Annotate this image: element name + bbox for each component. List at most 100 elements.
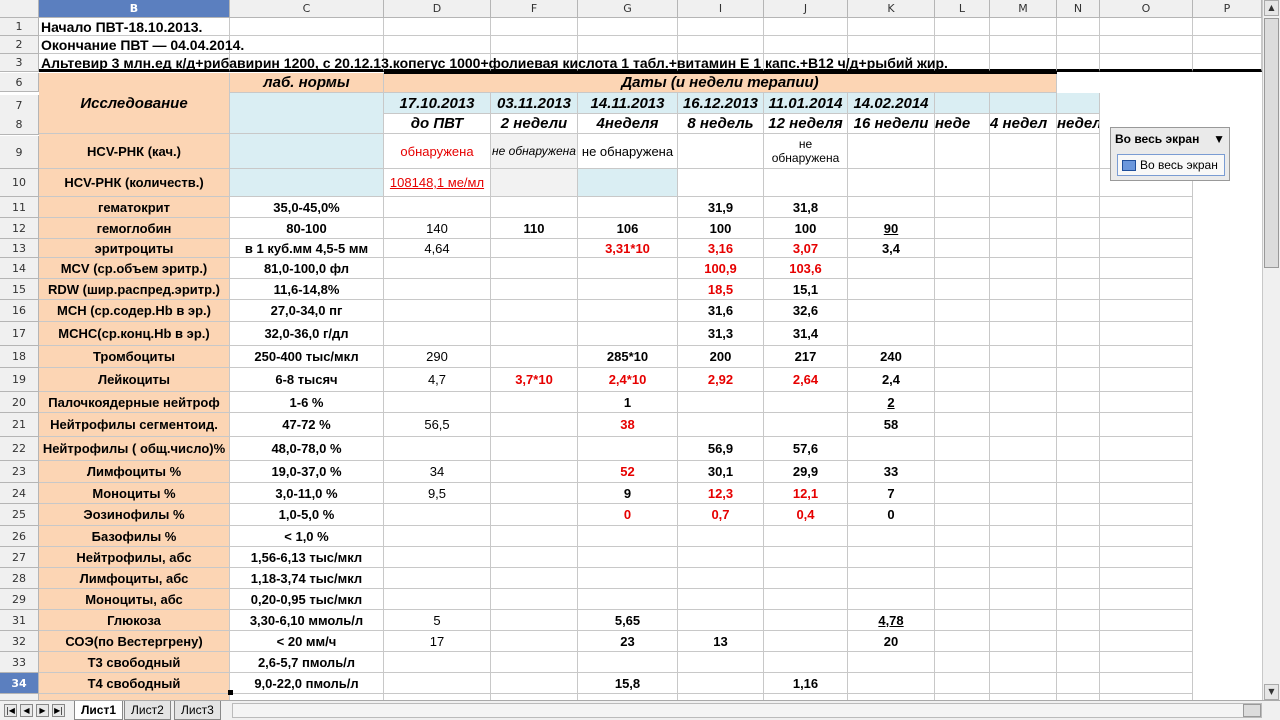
row-34-value-2[interactable] [491, 673, 578, 694]
row-19-value-1[interactable]: 4,7 [384, 368, 491, 392]
cell-M22[interactable] [990, 437, 1057, 461]
row-11-value-2[interactable] [491, 197, 578, 218]
week-9[interactable]: недел [1057, 114, 1100, 134]
cell-N26[interactable] [1057, 526, 1100, 547]
row-26-value-1[interactable] [384, 526, 491, 547]
row-14-value-3[interactable] [578, 258, 678, 279]
row-21-value-2[interactable] [491, 413, 578, 437]
date-4[interactable]: 16.12.2013 [678, 93, 764, 114]
row-12-value-6[interactable]: 90 [848, 218, 935, 239]
row-header-21[interactable]: 21 [0, 413, 39, 437]
cell-M12[interactable] [990, 218, 1057, 239]
cell-N18[interactable] [1057, 346, 1100, 368]
row-27-norm[interactable]: 1,56-6,13 тыс/мкл [230, 547, 384, 568]
cell-O25[interactable] [1100, 504, 1193, 526]
cell-O13[interactable] [1100, 239, 1193, 258]
row-11-value-1[interactable] [384, 197, 491, 218]
row-32-value-5[interactable] [764, 631, 848, 652]
cell-O12[interactable] [1100, 218, 1193, 239]
row-9-name[interactable]: HCV-РНК (кач.) [39, 134, 230, 169]
cell-O33[interactable] [1100, 652, 1193, 673]
cell-N15[interactable] [1057, 279, 1100, 300]
cell-O11[interactable] [1100, 197, 1193, 218]
row-9-norm[interactable] [230, 134, 384, 169]
week-7[interactable]: неде [935, 114, 990, 134]
row-14-value-6[interactable] [848, 258, 935, 279]
row-33-norm[interactable]: 2,6-5,7 пмоль/л [230, 652, 384, 673]
row-header-26[interactable]: 26 [0, 526, 39, 547]
next-sheet-icon[interactable]: ▶ [36, 704, 49, 717]
row-31-norm[interactable]: 3,30-6,10 ммоль/л [230, 610, 384, 631]
fullscreen-button[interactable]: Во весь экран [1117, 154, 1225, 176]
select-all-corner[interactable] [0, 0, 39, 18]
row-header-25[interactable]: 25 [0, 504, 39, 526]
row-20-norm[interactable]: 1-6 % [230, 392, 384, 413]
cell-O20[interactable] [1100, 392, 1193, 413]
cell-N2[interactable] [1057, 36, 1100, 54]
row-29-name[interactable]: Моноциты, абс [39, 589, 230, 610]
row-10-value-3[interactable] [578, 169, 678, 197]
row-26-norm[interactable]: < 1,0 % [230, 526, 384, 547]
cell-L13[interactable] [935, 239, 990, 258]
cell-O15[interactable] [1100, 279, 1193, 300]
week-1[interactable]: до ПВТ [384, 114, 491, 134]
row-14-value-2[interactable] [491, 258, 578, 279]
row-20-value-1[interactable] [384, 392, 491, 413]
row-28-norm[interactable]: 1,18-3,74 тыс/мкл [230, 568, 384, 589]
cell-M23[interactable] [990, 461, 1057, 483]
lab-norms-blank[interactable] [230, 93, 384, 134]
row-12-value-5[interactable]: 100 [764, 218, 848, 239]
date-8[interactable] [990, 93, 1057, 114]
row-20-value-4[interactable] [678, 392, 764, 413]
cell-L11[interactable] [935, 197, 990, 218]
cell-M2[interactable] [990, 36, 1057, 54]
row-22-value-1[interactable] [384, 437, 491, 461]
cell-O22[interactable] [1100, 437, 1193, 461]
row-15-value-3[interactable] [578, 279, 678, 300]
scroll-thumb[interactable] [1264, 18, 1279, 268]
row-23-value-6[interactable]: 33 [848, 461, 935, 483]
column-header-L[interactable]: L [935, 0, 990, 18]
row-31-value-1[interactable]: 5 [384, 610, 491, 631]
row-23-norm[interactable]: 19,0-37,0 % [230, 461, 384, 483]
cell-L1[interactable] [935, 18, 990, 36]
cell-L29[interactable] [935, 589, 990, 610]
column-header-J[interactable]: J [764, 0, 848, 18]
cell-L19[interactable] [935, 368, 990, 392]
row-19-value-6[interactable]: 2,4 [848, 368, 935, 392]
cell-M10[interactable] [990, 169, 1057, 197]
cell-L25[interactable] [935, 504, 990, 526]
cell-M32[interactable] [990, 631, 1057, 652]
row-9-value-1[interactable]: обнаружена [384, 134, 491, 169]
cell-C1[interactable] [230, 18, 384, 36]
row-28-value-5[interactable] [764, 568, 848, 589]
row-31-value-2[interactable] [491, 610, 578, 631]
row-19-value-5[interactable]: 2,64 [764, 368, 848, 392]
cell-O17[interactable] [1100, 322, 1193, 346]
cell-L2[interactable] [935, 36, 990, 54]
row-19-name[interactable]: Лейкоциты [39, 368, 230, 392]
row-21-value-4[interactable] [678, 413, 764, 437]
cell-M14[interactable] [990, 258, 1057, 279]
cell-O23[interactable] [1100, 461, 1193, 483]
row-header-6[interactable]: 6 [0, 73, 39, 92]
row-33-name[interactable]: Т3 свободный [39, 652, 230, 673]
row-28-value-3[interactable] [578, 568, 678, 589]
row-32-name[interactable]: СОЭ(по Вестергрену) [39, 631, 230, 652]
week-4[interactable]: 8 недель [678, 114, 764, 134]
row-14-value-5[interactable]: 103,6 [764, 258, 848, 279]
cell-N32[interactable] [1057, 631, 1100, 652]
cell-N21[interactable] [1057, 413, 1100, 437]
date-5[interactable]: 11.01.2014 [764, 93, 848, 114]
row-15-value-6[interactable] [848, 279, 935, 300]
row-header-2[interactable]: 2 [0, 36, 39, 54]
row-24-norm[interactable]: 3,0-11,0 % [230, 483, 384, 504]
row-19-value-2[interactable]: 3,7*10 [491, 368, 578, 392]
cell-O28[interactable] [1100, 568, 1193, 589]
cell-O32[interactable] [1100, 631, 1193, 652]
row-18-name[interactable]: Тромбоциты [39, 346, 230, 368]
column-header-K[interactable]: K [848, 0, 935, 18]
row-32-value-6[interactable]: 20 [848, 631, 935, 652]
row-9-value-4[interactable] [678, 134, 764, 169]
row-29-value-4[interactable] [678, 589, 764, 610]
